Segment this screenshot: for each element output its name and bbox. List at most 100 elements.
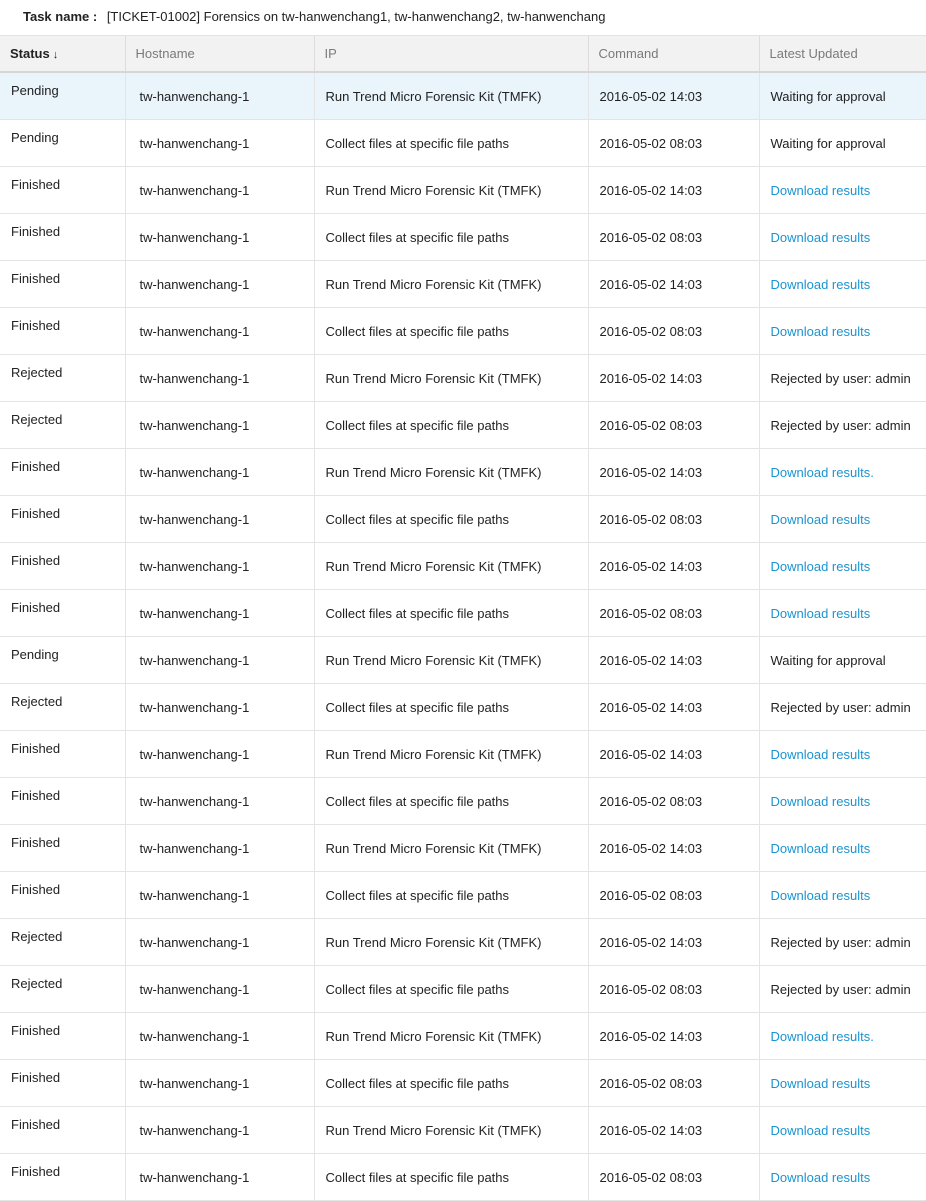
column-header-command[interactable]: Command: [587, 35, 759, 73]
latest-updated-cell: Waiting for approval: [758, 119, 926, 167]
ip-cell: Run Trend Micro Forensic Kit (TMFK): [313, 824, 588, 872]
command-cell: 2016-05-02 14:03: [587, 636, 759, 684]
status-cell: Pending: [0, 119, 125, 167]
table-row[interactable]: Rejected tw-hanwenchang-1 Collect files at…: [0, 965, 926, 1013]
latest-updated-cell: Download results: [758, 307, 926, 355]
column-header-status-label: Status: [10, 46, 50, 61]
table-row[interactable]: Rejected tw-hanwenchang-1 Collect files at…: [0, 683, 926, 731]
column-header-status[interactable]: Status ↓: [0, 35, 125, 73]
ip-cell: Collect files at specific file paths: [313, 213, 588, 261]
ip-cell: Run Trend Micro Forensic Kit (TMFK): [313, 542, 588, 590]
table-row[interactable]: Finished tw-hanwenchang-1 Collect files at…: [0, 871, 926, 919]
latest-updated-cell: Rejected by user: admin: [758, 354, 926, 402]
latest-updated-cell: Download results: [758, 260, 926, 308]
table-row[interactable]: Finished tw-hanwenchang-1 Collect files at…: [0, 495, 926, 543]
table-row[interactable]: Finished tw-hanwenchang-1 Run Trend Micro …: [0, 1106, 926, 1154]
ip-cell: Run Trend Micro Forensic Kit (TMFK): [313, 448, 588, 496]
status-cell: Rejected: [0, 401, 125, 449]
column-header-latest-updated[interactable]: Latest Updated: [758, 35, 926, 73]
hostname-cell: tw-hanwenchang-1: [124, 213, 314, 261]
table-row[interactable]: Pending tw-hanwenchang-1 Run Trend Micro F…: [0, 72, 926, 120]
download-results-link[interactable]: Download results.: [771, 1029, 874, 1044]
hostname-cell: tw-hanwenchang-1: [124, 730, 314, 778]
table-row[interactable]: Rejected tw-hanwenchang-1 Collect files at…: [0, 401, 926, 449]
download-results-link[interactable]: Download results.: [771, 465, 874, 480]
status-cell: Finished: [0, 448, 125, 496]
table-row[interactable]: Finished tw-hanwenchang-1 Run Trend Micro …: [0, 542, 926, 590]
status-cell: Finished: [0, 1059, 125, 1107]
download-results-link[interactable]: Download results: [771, 841, 871, 856]
download-results-link[interactable]: Download results: [771, 512, 871, 527]
table-row[interactable]: Finished tw-hanwenchang-1 Run Trend Micro …: [0, 824, 926, 872]
ip-cell: Run Trend Micro Forensic Kit (TMFK): [313, 166, 588, 214]
table-row[interactable]: Finished tw-hanwenchang-1 Collect files at…: [0, 213, 926, 261]
status-cell: Finished: [0, 260, 125, 308]
status-cell: Finished: [0, 307, 125, 355]
table-row[interactable]: Finished tw-hanwenchang-1 Run Trend Micro …: [0, 260, 926, 308]
hostname-cell: tw-hanwenchang-1: [124, 448, 314, 496]
column-header-hostname[interactable]: Hostname: [124, 35, 314, 73]
download-results-link[interactable]: Download results: [771, 747, 871, 762]
table-row[interactable]: Rejected tw-hanwenchang-1 Run Trend Micro …: [0, 918, 926, 966]
command-cell: 2016-05-02 08:03: [587, 1153, 759, 1201]
latest-updated-cell: Download results.: [758, 1012, 926, 1060]
hostname-cell: tw-hanwenchang-1: [124, 824, 314, 872]
status-cell: Finished: [0, 589, 125, 637]
command-cell: 2016-05-02 14:03: [587, 542, 759, 590]
latest-updated-cell: Download results: [758, 1059, 926, 1107]
table-row[interactable]: Rejected tw-hanwenchang-1 Run Trend Micro …: [0, 354, 926, 402]
table-row[interactable]: Finished tw-hanwenchang-1 Collect files at…: [0, 1153, 926, 1201]
command-cell: 2016-05-02 14:03: [587, 354, 759, 402]
table-row[interactable]: Finished tw-hanwenchang-1 Run Trend Micro …: [0, 1012, 926, 1060]
download-results-link[interactable]: Download results: [771, 183, 871, 198]
download-results-link[interactable]: Download results: [771, 559, 871, 574]
status-cell: Finished: [0, 213, 125, 261]
table-row[interactable]: Finished tw-hanwenchang-1 Run Trend Micro …: [0, 730, 926, 778]
table-row[interactable]: Finished tw-hanwenchang-1 Collect files at…: [0, 307, 926, 355]
latest-updated-cell: Download results: [758, 777, 926, 825]
table-row[interactable]: Finished tw-hanwenchang-1 Collect files at…: [0, 589, 926, 637]
download-results-link[interactable]: Download results: [771, 888, 871, 903]
download-results-link[interactable]: Download results: [771, 230, 871, 245]
download-results-link[interactable]: Download results: [771, 1170, 871, 1185]
table-row[interactable]: Finished tw-hanwenchang-1 Run Trend Micro …: [0, 166, 926, 214]
ip-cell: Collect files at specific file paths: [313, 589, 588, 637]
ip-cell: Collect files at specific file paths: [313, 1059, 588, 1107]
table-row[interactable]: Pending tw-hanwenchang-1 Run Trend Micro F…: [0, 636, 926, 684]
column-header-ip[interactable]: IP: [313, 35, 588, 73]
sort-descending-icon[interactable]: ↓: [53, 49, 59, 61]
download-results-link[interactable]: Download results: [771, 277, 871, 292]
latest-updated-cell: Download results: [758, 495, 926, 543]
latest-updated-cell: Download results.: [758, 448, 926, 496]
table-row[interactable]: Finished tw-hanwenchang-1 Run Trend Micro …: [0, 448, 926, 496]
ip-cell: Run Trend Micro Forensic Kit (TMFK): [313, 1012, 588, 1060]
hostname-cell: tw-hanwenchang-1: [124, 401, 314, 449]
download-results-link[interactable]: Download results: [771, 1123, 871, 1138]
task-name-value: [TICKET-01002] Forensics on tw-hanwencha…: [106, 9, 606, 24]
download-results-link[interactable]: Download results: [771, 324, 871, 339]
latest-updated-cell: Download results: [758, 1106, 926, 1154]
hostname-cell: tw-hanwenchang-1: [124, 965, 314, 1013]
latest-updated-cell: Rejected by user: admin: [758, 965, 926, 1013]
hostname-cell: tw-hanwenchang-1: [124, 636, 314, 684]
command-cell: 2016-05-02 08:03: [587, 401, 759, 449]
table-row[interactable]: Finished tw-hanwenchang-1 Collect files at…: [0, 777, 926, 825]
status-cell: Finished: [0, 166, 125, 214]
status-cell: Finished: [0, 824, 125, 872]
ip-cell: Collect files at specific file paths: [313, 1153, 588, 1201]
hostname-cell: tw-hanwenchang-1: [124, 683, 314, 731]
latest-updated-cell: Download results: [758, 213, 926, 261]
command-cell: 2016-05-02 08:03: [587, 777, 759, 825]
download-results-link[interactable]: Download results: [771, 606, 871, 621]
hostname-cell: tw-hanwenchang-1: [124, 307, 314, 355]
hostname-cell: tw-hanwenchang-1: [124, 777, 314, 825]
status-cell: Finished: [0, 1106, 125, 1154]
download-results-link[interactable]: Download results: [771, 794, 871, 809]
task-header: Task name : [TICKET-01002] Forensics on …: [0, 0, 926, 35]
results-table: Status ↓ Hostname IP Command Latest Updat…: [0, 35, 926, 1201]
command-cell: 2016-05-02 14:03: [587, 824, 759, 872]
download-results-link[interactable]: Download results: [771, 1076, 871, 1091]
ip-cell: Run Trend Micro Forensic Kit (TMFK): [313, 1106, 588, 1154]
table-row[interactable]: Finished tw-hanwenchang-1 Collect files at…: [0, 1059, 926, 1107]
table-row[interactable]: Pending tw-hanwenchang-1 Collect files at …: [0, 119, 926, 167]
